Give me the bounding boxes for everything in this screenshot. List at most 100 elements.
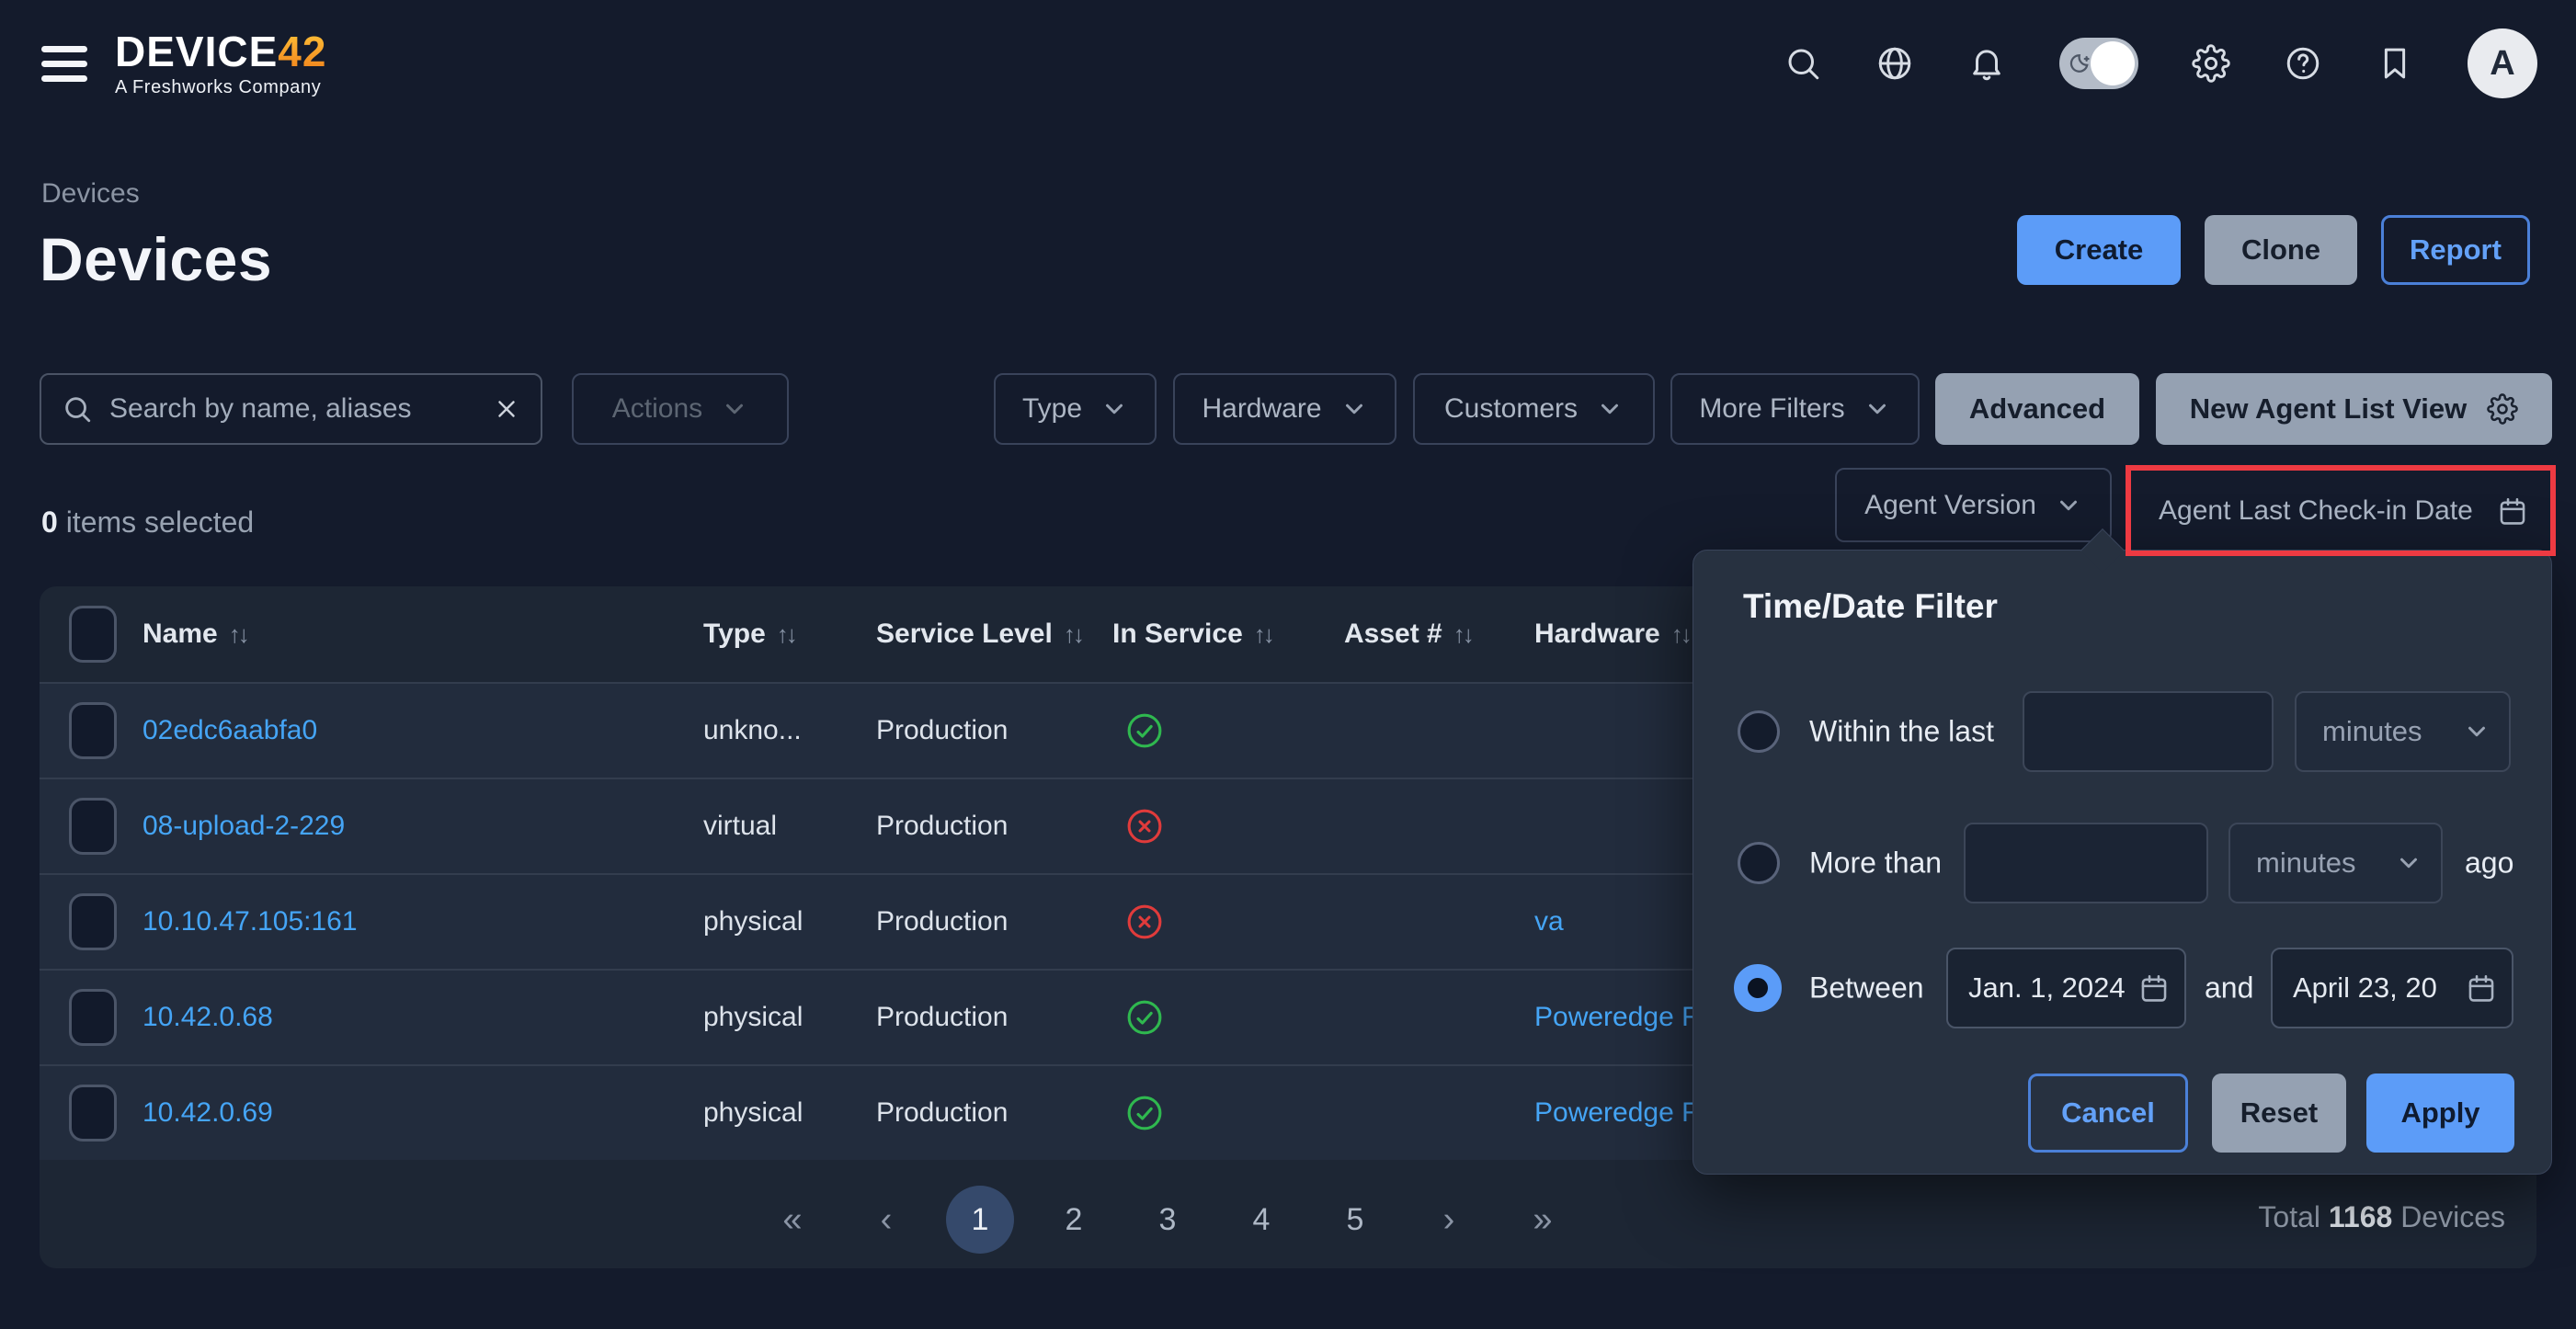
row-checkbox[interactable] — [69, 798, 117, 855]
start-date-picker[interactable]: Jan. 1, 2024 — [1946, 948, 2186, 1028]
pagination-page-5[interactable]: 5 — [1321, 1186, 1389, 1254]
items-selected-status: 0 items selected — [41, 505, 254, 540]
search-icon[interactable] — [1784, 44, 1822, 83]
device-name-link[interactable]: 10.42.0.68 — [142, 1002, 273, 1033]
hardware-filter-dropdown[interactable]: Hardware — [1173, 373, 1396, 445]
globe-icon[interactable] — [1875, 44, 1914, 83]
gear-icon — [2487, 393, 2518, 425]
logo-text: DEVICE42 — [115, 29, 326, 74]
pagination-prev[interactable]: ‹ — [852, 1186, 920, 1254]
notifications-bell-icon[interactable] — [1967, 44, 2006, 83]
and-label: and — [2205, 971, 2253, 1005]
type-filter-dropdown[interactable]: Type — [994, 373, 1157, 445]
service-level: Production — [876, 715, 1008, 746]
cancel-button[interactable]: Cancel — [2028, 1073, 2188, 1153]
dark-mode-toggle[interactable] — [2059, 38, 2138, 89]
calendar-icon — [2466, 972, 2497, 1004]
actions-dropdown[interactable]: Actions — [572, 373, 789, 445]
report-button[interactable]: Report — [2381, 215, 2530, 285]
row-checkbox[interactable] — [69, 893, 117, 950]
between-label: Between — [1809, 971, 1924, 1005]
in-service-status-icon — [1124, 1093, 1165, 1133]
device-name-link[interactable]: 10.42.0.69 — [142, 1097, 273, 1129]
device-name-link[interactable]: 02edc6aabfa0 — [142, 715, 317, 746]
select-all-checkbox[interactable] — [69, 606, 117, 663]
popup-title: Time/Date Filter — [1743, 587, 1998, 626]
total-devices-count: Total 1168 Devices — [2258, 1200, 2505, 1234]
reset-button[interactable]: Reset — [2212, 1073, 2346, 1153]
search-input-icon — [62, 393, 93, 425]
device-type: physical — [703, 1097, 803, 1129]
user-avatar[interactable]: A — [2468, 28, 2537, 98]
more-than-value-input[interactable] — [1964, 823, 2208, 903]
logo-subtitle: A Freshworks Company — [115, 77, 326, 98]
column-header-in-service[interactable]: In Service↑↓ — [1112, 619, 1272, 650]
row-checkbox[interactable] — [69, 1085, 117, 1142]
more-filters-dropdown[interactable]: More Filters — [1670, 373, 1920, 445]
time-date-filter-popup: Time/Date Filter Within the last minutes… — [1693, 550, 2552, 1175]
in-service-x-icon — [1124, 902, 1165, 942]
row-checkbox[interactable] — [69, 989, 117, 1046]
in-service-x-icon — [1124, 806, 1165, 846]
sort-icon: ↑↓ — [1453, 620, 1472, 649]
hardware-link[interactable]: Poweredge R — [1534, 1097, 1702, 1129]
more-than-radio[interactable] — [1738, 842, 1780, 884]
in-service-status-icon — [1124, 997, 1165, 1038]
search-bar[interactable] — [40, 373, 542, 445]
end-date-picker[interactable]: April 23, 20 — [2271, 948, 2513, 1028]
within-the-last-unit-select[interactable]: minutes — [2295, 691, 2511, 772]
within-the-last-value-input[interactable] — [2023, 691, 2274, 772]
chevron-down-icon — [1100, 395, 1128, 423]
column-header-hardware[interactable]: Hardware↑↓ — [1534, 619, 1690, 650]
clone-button[interactable]: Clone — [2205, 215, 2357, 285]
pagination-last[interactable]: » — [1509, 1186, 1577, 1254]
toggle-knob — [2091, 41, 2135, 85]
pagination-next[interactable]: › — [1415, 1186, 1483, 1254]
advanced-button[interactable]: Advanced — [1935, 373, 2139, 445]
pagination-page-3[interactable]: 3 — [1134, 1186, 1202, 1254]
within-the-last-radio[interactable] — [1738, 710, 1780, 753]
more-than-unit-select[interactable]: minutes — [2228, 823, 2443, 903]
service-level: Production — [876, 1097, 1008, 1129]
sort-icon: ↑↓ — [1064, 620, 1082, 649]
hardware-link[interactable]: va — [1534, 906, 1564, 937]
column-header-service-level[interactable]: Service Level↑↓ — [876, 619, 1082, 650]
customers-filter-dropdown[interactable]: Customers — [1413, 373, 1655, 445]
clear-search-icon[interactable] — [493, 395, 520, 423]
device-name-link[interactable]: 10.10.47.105:161 — [142, 906, 358, 937]
pagination-page-1[interactable]: 1 — [946, 1186, 1014, 1254]
page-action-buttons: Create Clone Report — [2017, 215, 2530, 285]
chevron-down-icon — [1596, 395, 1624, 423]
pagination-page-4[interactable]: 4 — [1227, 1186, 1295, 1254]
device42-devices-page: DEVICE42 A Freshworks Company A Devices … — [0, 0, 2576, 1329]
help-icon[interactable] — [2284, 44, 2322, 83]
agent-last-checkin-date-button-highlighted[interactable]: Agent Last Check-in Date — [2126, 465, 2556, 556]
row-checkbox[interactable] — [69, 702, 117, 759]
column-header-type[interactable]: Type↑↓ — [703, 619, 795, 650]
apply-button[interactable]: Apply — [2366, 1073, 2514, 1153]
device-type: physical — [703, 1002, 803, 1033]
bookmark-icon[interactable] — [2376, 44, 2414, 83]
service-level: Production — [876, 811, 1008, 842]
between-radio-selected[interactable] — [1734, 964, 1782, 1012]
breadcrumb[interactable]: Devices — [41, 178, 140, 210]
create-button[interactable]: Create — [2017, 215, 2181, 285]
in-service-status-icon — [1124, 806, 1165, 846]
in-service-status-icon — [1124, 710, 1165, 751]
service-level: Production — [876, 906, 1008, 937]
in-service-check-icon — [1124, 1093, 1165, 1133]
chevron-down-icon — [2395, 849, 2422, 877]
column-header-asset[interactable]: Asset #↑↓ — [1344, 619, 1472, 650]
settings-gear-icon[interactable] — [2192, 44, 2230, 83]
top-icon-group: A — [1784, 28, 2537, 98]
device42-logo[interactable]: DEVICE42 A Freshworks Company — [115, 29, 326, 98]
column-header-name[interactable]: Name↑↓ — [142, 619, 247, 650]
pagination-first[interactable]: « — [758, 1186, 826, 1254]
search-input[interactable] — [109, 393, 476, 425]
agent-version-dropdown[interactable]: Agent Version — [1835, 468, 2112, 542]
new-agent-list-view-button[interactable]: New Agent List View — [2156, 373, 2552, 445]
hamburger-menu-icon[interactable] — [41, 46, 87, 82]
device-name-link[interactable]: 08-upload-2-229 — [142, 811, 345, 842]
pagination-page-2[interactable]: 2 — [1040, 1186, 1108, 1254]
hardware-link[interactable]: Poweredge R — [1534, 1002, 1702, 1033]
